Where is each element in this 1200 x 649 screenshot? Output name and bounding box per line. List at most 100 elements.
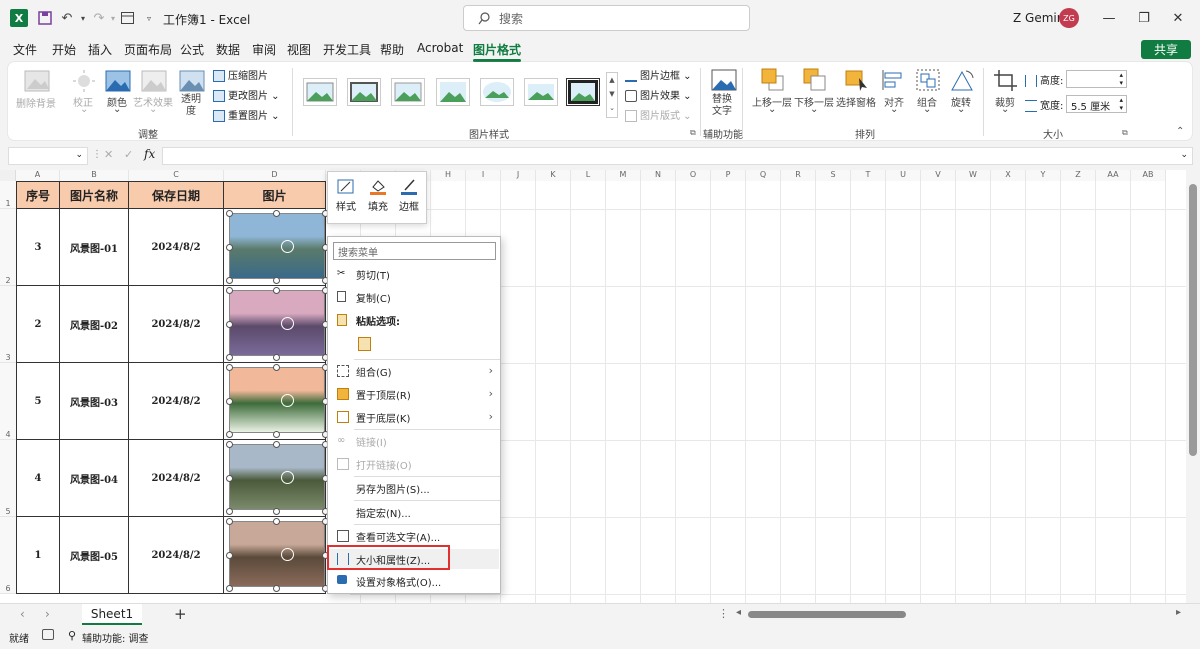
mini-fill-button[interactable]: 填充 xyxy=(363,177,393,213)
artistic-effects-dropdown-icon[interactable]: ⌄ xyxy=(149,104,157,115)
resize-handle[interactable] xyxy=(226,321,233,328)
tab-data[interactable]: 数据 xyxy=(216,41,240,58)
resize-handle[interactable] xyxy=(273,441,280,448)
tab-review[interactable]: 审阅 xyxy=(252,41,276,58)
table-cell[interactable]: 风景图-02 xyxy=(60,286,129,363)
landscape-picture[interactable] xyxy=(229,367,325,433)
reset-picture-button[interactable]: 重置图片 ⌄ xyxy=(213,107,280,122)
cell-mode-icon[interactable] xyxy=(42,629,54,640)
menu-item-alt-text[interactable]: 查看可选文字(A)... xyxy=(329,526,499,546)
resize-handle[interactable] xyxy=(226,398,233,405)
column-header[interactable]: P xyxy=(711,170,746,181)
column-header[interactable]: S xyxy=(816,170,851,181)
picture-style-3[interactable] xyxy=(391,78,425,106)
accessibility-icon[interactable]: ⚲ xyxy=(68,629,76,642)
formula-bar-menu-icon[interactable]: ⋮ xyxy=(92,149,102,160)
resize-handle[interactable] xyxy=(226,244,233,251)
column-header[interactable]: A xyxy=(16,170,60,181)
landscape-picture[interactable] xyxy=(229,521,325,587)
table-cell[interactable]: 1 xyxy=(16,517,60,594)
menu-item-assign-macro[interactable]: 指定宏(N)... xyxy=(329,502,499,522)
prev-sheet-icon[interactable]: ‹ xyxy=(20,607,25,621)
rotate-handle-icon[interactable] xyxy=(281,240,294,253)
context-search-input[interactable]: 搜索菜单 xyxy=(333,242,496,260)
resize-handle[interactable] xyxy=(226,518,233,525)
row-header[interactable]: 5 xyxy=(0,440,16,517)
color-dropdown-icon[interactable]: ⌄ xyxy=(113,104,121,115)
add-sheet-button[interactable]: + xyxy=(174,605,187,623)
row-header[interactable]: 4 xyxy=(0,363,16,440)
align-dropdown-icon[interactable]: ⌄ xyxy=(890,104,898,115)
column-header[interactable]: C xyxy=(129,170,224,181)
menu-item-open-link[interactable]: 打开链接(O) xyxy=(329,454,499,474)
transparency-button[interactable]: 透明度 xyxy=(180,94,202,118)
vertical-scrollbar[interactable] xyxy=(1187,170,1200,603)
rotate-handle-icon[interactable] xyxy=(281,548,294,561)
resize-handle[interactable] xyxy=(226,441,233,448)
picture-style-1[interactable] xyxy=(303,78,337,106)
worksheet-grid[interactable]: ABCDEFGHIJKLMNOPQRSTUVWXYZAAAB123456序号图片… xyxy=(0,170,1186,603)
restore-icon[interactable]: ❐ xyxy=(1133,8,1155,28)
resize-handle[interactable] xyxy=(226,364,233,371)
menu-item-send-to-back[interactable]: 置于底层(K) › xyxy=(329,407,499,427)
menu-item-link[interactable]: ∞ 链接(I) xyxy=(329,431,499,451)
cancel-icon[interactable]: ✕ xyxy=(104,148,113,161)
column-header[interactable]: B xyxy=(60,170,129,181)
remove-background-button[interactable]: 删除背景 xyxy=(16,95,56,110)
column-header[interactable]: W xyxy=(956,170,991,181)
picture-style-5[interactable] xyxy=(480,78,514,106)
name-box-dropdown-icon[interactable]: ⌄ xyxy=(75,150,83,160)
column-header[interactable]: L xyxy=(571,170,606,181)
selection-pane-button[interactable]: 选择窗格 xyxy=(836,94,876,109)
column-header[interactable]: H xyxy=(431,170,466,181)
styles-launcher-icon[interactable]: ⧉ xyxy=(690,128,696,138)
column-header[interactable]: O xyxy=(676,170,711,181)
mini-style-button[interactable]: 样式 xyxy=(331,177,361,213)
height-spinner-icon[interactable]: ▴ ▾ xyxy=(1119,71,1123,87)
tab-acrobat[interactable]: Acrobat xyxy=(417,41,463,55)
column-header[interactable]: K xyxy=(536,170,571,181)
rotate-handle-icon[interactable] xyxy=(281,471,294,484)
tab-help[interactable]: 帮助 xyxy=(380,41,404,58)
table-header-cell[interactable]: 图片名称 xyxy=(60,181,129,209)
table-cell[interactable]: 3 xyxy=(16,209,60,286)
column-header[interactable]: M xyxy=(606,170,641,181)
resize-handle[interactable] xyxy=(226,354,233,361)
table-cell[interactable]: 风景图-05 xyxy=(60,517,129,594)
row-header[interactable]: 1 xyxy=(0,181,16,209)
column-header[interactable]: Y xyxy=(1026,170,1061,181)
tab-formulas[interactable]: 公式 xyxy=(180,41,204,58)
rotate-handle-icon[interactable] xyxy=(281,394,294,407)
table-cell[interactable]: 5 xyxy=(16,363,60,440)
table-cell[interactable]: 2024/8/2 xyxy=(129,286,224,363)
change-picture-button[interactable]: 更改图片 ⌄ xyxy=(213,87,280,102)
width-input[interactable]: 5.5 厘米 ▴ ▾ xyxy=(1066,95,1127,113)
save-icon[interactable] xyxy=(36,9,54,27)
resize-handle[interactable] xyxy=(273,287,280,294)
column-header[interactable]: J xyxy=(501,170,536,181)
landscape-picture[interactable] xyxy=(229,444,325,510)
resize-handle[interactable] xyxy=(226,210,233,217)
table-cell[interactable]: 4 xyxy=(16,440,60,517)
tab-page-layout[interactable]: 页面布局 xyxy=(124,41,172,58)
menu-item-cut[interactable]: ✂ 剪切(T) xyxy=(329,264,499,284)
enter-icon[interactable]: ✓ xyxy=(124,148,133,161)
alt-text-button[interactable]: 替换文字 xyxy=(711,94,733,118)
mini-border-button[interactable]: 边框 xyxy=(394,177,424,213)
picture-style-7[interactable] xyxy=(566,78,600,106)
resize-handle[interactable] xyxy=(273,277,280,284)
height-input[interactable]: ▴ ▾ xyxy=(1066,70,1127,88)
table-cell[interactable]: 2024/8/2 xyxy=(129,363,224,440)
picture-style-2[interactable] xyxy=(347,78,381,106)
menu-item-save-as-picture[interactable]: 另存为图片(S)... xyxy=(329,478,499,498)
rotate-dropdown-icon[interactable]: ⌄ xyxy=(957,104,965,115)
vertical-scroll-thumb[interactable] xyxy=(1189,184,1197,456)
send-backward-dropdown-icon[interactable]: ⌄ xyxy=(810,104,818,115)
scroll-left-icon[interactable]: ◂ xyxy=(736,607,741,618)
column-header[interactable]: V xyxy=(921,170,956,181)
group-dropdown-icon[interactable]: ⌄ xyxy=(923,104,931,115)
expand-formula-icon[interactable]: ⌄ xyxy=(1180,150,1188,160)
paste-icon[interactable] xyxy=(358,337,371,351)
search-input[interactable]: 搜索 xyxy=(463,5,750,31)
resize-handle[interactable] xyxy=(273,364,280,371)
